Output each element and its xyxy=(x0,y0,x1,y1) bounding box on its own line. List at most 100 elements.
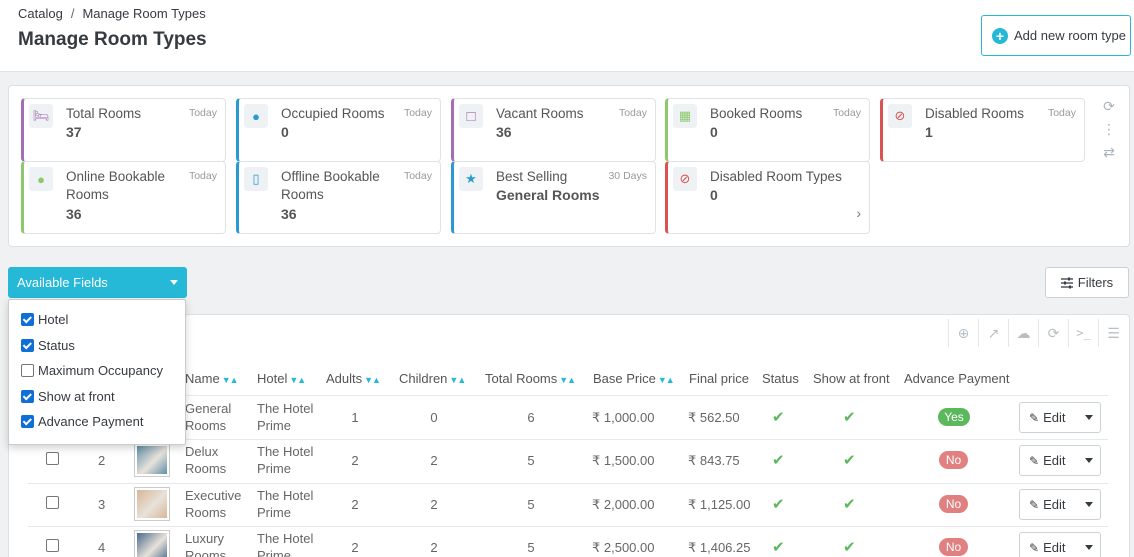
advance-payment-badge[interactable]: No xyxy=(939,451,968,469)
available-fields-label: Available Fields xyxy=(17,275,108,290)
breadcrumb-current: Manage Room Types xyxy=(82,6,206,21)
edit-button[interactable]: ✎ Edit xyxy=(1019,402,1101,433)
hotel-name: The Hotel Prime xyxy=(257,488,314,520)
reload-icon[interactable]: ⇄ xyxy=(1103,144,1115,161)
advance-payment-badge[interactable]: Yes xyxy=(938,408,970,426)
edit-action[interactable]: ✎ Edit xyxy=(1020,453,1078,468)
caret-down-icon[interactable] xyxy=(1078,545,1100,550)
row-select-checkbox[interactable] xyxy=(46,452,59,465)
kpi-side-controls: ⟳ ⋮ ⇄ xyxy=(1099,98,1119,161)
kpi-value: General Rooms xyxy=(496,187,600,203)
kpi-value: 37 xyxy=(66,124,82,140)
database-icon[interactable]: ☰ xyxy=(1098,319,1128,347)
edit-button[interactable]: ✎ Edit xyxy=(1019,489,1101,520)
kpi-card-offline-bookable-rooms[interactable]: ▯ Offline Bookable Rooms Today 36 xyxy=(236,161,441,234)
sort-arrows-icon[interactable]: ▼▲ xyxy=(222,375,239,385)
caret-down-icon[interactable] xyxy=(1078,415,1100,420)
field-option-status[interactable]: Status xyxy=(21,338,75,353)
sort-arrows-icon[interactable]: ▼▲ xyxy=(559,375,576,385)
row-select-checkbox[interactable] xyxy=(46,496,59,509)
breadcrumb-catalog[interactable]: Catalog xyxy=(18,6,63,21)
caret-down-icon[interactable] xyxy=(1078,502,1100,507)
column-header-adults[interactable]: Adults ▼▲ xyxy=(326,371,381,386)
room-thumbnail xyxy=(134,443,170,477)
hotel-name: The Hotel Prime xyxy=(257,531,314,557)
show-front-check-icon[interactable]: ✔ xyxy=(843,538,856,556)
kpi-card-booked-rooms[interactable]: ▦ Booked Rooms Today 0 xyxy=(665,98,870,162)
column-label: Base Price xyxy=(593,371,656,386)
calendar-icon: ▦ xyxy=(673,104,697,128)
kpi-card-occupied-rooms[interactable]: ● Occupied Rooms Today 0 xyxy=(236,98,441,162)
field-option-hotel[interactable]: Hotel xyxy=(21,312,68,327)
sort-arrows-icon[interactable]: ▼▲ xyxy=(449,375,466,385)
sort-arrows-icon[interactable]: ▼▲ xyxy=(364,375,381,385)
status-check-icon[interactable]: ✔ xyxy=(772,495,785,513)
adults-count: 1 xyxy=(351,410,359,425)
kpi-card-disabled-rooms[interactable]: ⊘ Disabled Rooms Today 1 xyxy=(880,98,1085,162)
field-checkbox[interactable] xyxy=(21,415,34,428)
kpi-value: 0 xyxy=(710,187,718,203)
sql-query-icon[interactable]: >_ xyxy=(1068,319,1098,347)
kpi-title: Online Bookable Rooms xyxy=(66,169,166,202)
advance-payment-badge[interactable]: No xyxy=(939,538,968,556)
show-front-check-icon[interactable]: ✔ xyxy=(843,408,856,426)
edit-label: Edit xyxy=(1043,540,1066,555)
advance-payment-badge[interactable]: No xyxy=(939,495,968,513)
column-header-advance-payment: Advance Payment xyxy=(904,371,1010,386)
pencil-icon: ✎ xyxy=(1029,497,1040,512)
available-fields-dropdown[interactable]: Available Fields xyxy=(8,267,187,298)
field-label: Maximum Occupancy xyxy=(38,363,163,378)
field-label: Status xyxy=(38,337,75,353)
row-select-checkbox[interactable] xyxy=(46,539,59,552)
chevron-right-icon[interactable]: › xyxy=(856,205,861,221)
kpi-value: 0 xyxy=(710,124,718,140)
column-label: Show at front xyxy=(813,371,890,386)
kpi-card-online-bookable-rooms[interactable]: ● Online Bookable Rooms Today 36 xyxy=(21,161,226,234)
field-checkbox[interactable] xyxy=(21,364,34,377)
final-price: ₹ 1,125.00 xyxy=(688,497,751,512)
kpi-card-disabled-room-types[interactable]: ⊘ Disabled Room Types 0 › xyxy=(665,161,870,234)
kpi-period: Today xyxy=(188,170,217,182)
status-check-icon[interactable]: ✔ xyxy=(772,408,785,426)
edit-action[interactable]: ✎ Edit xyxy=(1020,497,1078,512)
edit-action[interactable]: ✎ Edit xyxy=(1020,410,1078,425)
edit-button[interactable]: ✎ Edit xyxy=(1019,445,1101,476)
status-check-icon[interactable]: ✔ xyxy=(772,451,785,469)
column-header-total-rooms[interactable]: Total Rooms ▼▲ xyxy=(485,371,576,386)
edit-button[interactable]: ✎ Edit xyxy=(1019,532,1101,557)
refresh-list-icon[interactable]: ⟳ xyxy=(1038,319,1068,347)
sort-arrows-icon[interactable]: ▼▲ xyxy=(658,375,675,385)
show-front-check-icon[interactable]: ✔ xyxy=(843,495,856,513)
caret-down-icon[interactable] xyxy=(1078,458,1100,463)
field-checkbox[interactable] xyxy=(21,313,34,326)
field-checkbox[interactable] xyxy=(21,338,34,352)
hotel-name: The Hotel Prime xyxy=(257,444,314,476)
kpi-card-vacant-rooms[interactable]: □ Vacant Rooms Today 36 xyxy=(451,98,656,162)
field-checkbox[interactable] xyxy=(21,389,34,403)
kpi-period: Today xyxy=(403,170,432,182)
filters-button[interactable]: Filters xyxy=(1045,267,1129,298)
export-icon[interactable]: ↗ xyxy=(978,319,1008,347)
kpi-title: Offline Bookable Rooms xyxy=(281,169,380,202)
status-check-icon[interactable]: ✔ xyxy=(772,538,785,556)
add-icon[interactable]: ⊕ xyxy=(948,319,978,347)
kpi-card-total-rooms[interactable]: 🛏 Total Rooms Today 37 xyxy=(21,98,226,162)
vertical-dots-icon[interactable]: ⋮ xyxy=(1102,121,1116,138)
field-option-show-at-front[interactable]: Show at front xyxy=(21,389,115,404)
column-header-hotel[interactable]: Hotel ▼▲ xyxy=(257,371,306,386)
kpi-card-best-selling[interactable]: ★ Best Selling 30 Days General Rooms xyxy=(451,161,656,234)
cloud-upload-icon[interactable]: ☁ xyxy=(1008,319,1038,347)
field-option-maximum-occupancy[interactable]: Maximum Occupancy xyxy=(21,363,163,378)
edit-label: Edit xyxy=(1043,410,1066,425)
sort-arrows-icon[interactable]: ▼▲ xyxy=(289,375,306,385)
column-header-children[interactable]: Children ▼▲ xyxy=(399,371,466,386)
add-room-type-button[interactable]: + Add new room type xyxy=(981,15,1131,56)
show-front-check-icon[interactable]: ✔ xyxy=(843,451,856,469)
edit-action[interactable]: ✎ Edit xyxy=(1020,540,1078,555)
base-price: ₹ 2,000.00 xyxy=(592,497,655,512)
column-header-name[interactable]: Name ▼▲ xyxy=(185,371,239,386)
field-option-advance-payment[interactable]: Advance Payment xyxy=(21,414,144,429)
refresh-icon[interactable]: ⟳ xyxy=(1103,98,1115,115)
pencil-icon: ✎ xyxy=(1029,540,1040,555)
column-header-base-price[interactable]: Base Price ▼▲ xyxy=(593,371,675,386)
